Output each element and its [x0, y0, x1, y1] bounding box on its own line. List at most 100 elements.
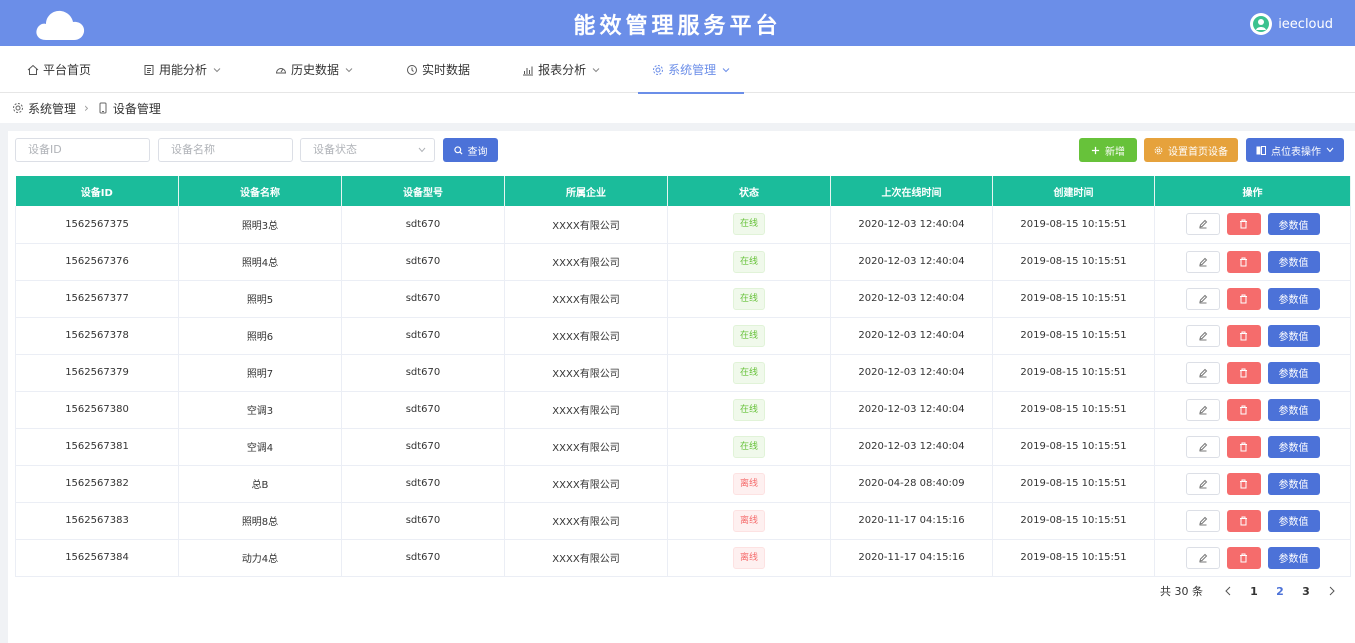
- device-id-input[interactable]: 设备ID: [15, 138, 150, 162]
- status-badge: 离线: [732, 546, 765, 569]
- delete-button[interactable]: [1226, 435, 1261, 458]
- param-value-button[interactable]: 参数值: [1267, 509, 1320, 532]
- breadcrumb: 系统管理 › 设备管理: [0, 93, 1355, 123]
- param-value-button[interactable]: 参数值: [1267, 213, 1320, 236]
- table-row: 1562567381 空调4 sdt670 XXXX有限公司 在线 2020-12-03 …: [15, 428, 1351, 466]
- nav-label: 历史数据: [291, 63, 340, 77]
- edit-button[interactable]: [1185, 324, 1220, 347]
- param-value-button[interactable]: 参数值: [1267, 324, 1320, 347]
- param-value-button[interactable]: 参数值: [1267, 546, 1320, 569]
- prev-page-icon[interactable]: [1215, 586, 1241, 596]
- add-label: 新增: [1105, 146, 1125, 158]
- cell-device-model: sdt670: [341, 354, 505, 392]
- delete-button[interactable]: [1226, 287, 1261, 310]
- page-1[interactable]: 1: [1241, 585, 1267, 598]
- dashboard-icon: [275, 64, 287, 76]
- gear-icon: [652, 64, 664, 76]
- edit-button[interactable]: [1185, 287, 1220, 310]
- edit-icon: [1198, 368, 1207, 377]
- trash-icon: [1240, 368, 1247, 377]
- delete-button[interactable]: [1226, 398, 1261, 421]
- status-badge: 离线: [732, 472, 765, 495]
- edit-icon: [1198, 442, 1207, 451]
- cell-actions: 参数值: [1154, 280, 1351, 318]
- filter-toolbar: 设备ID 设备名称 设备状态 查询 新增 设置首页设备 点位表操作: [15, 138, 1347, 162]
- cell-device-name: 空调4: [178, 428, 342, 466]
- cell-company: XXXX有限公司: [504, 428, 668, 466]
- nav-label: 用能分析: [159, 63, 208, 77]
- nav-item-history-data[interactable]: 历史数据: [275, 46, 353, 93]
- delete-button[interactable]: [1226, 213, 1261, 236]
- add-button[interactable]: 新增: [1079, 138, 1137, 162]
- trash-icon: [1240, 516, 1247, 525]
- cell-last-online: 2020-12-03 12:40:04: [830, 354, 993, 392]
- query-button[interactable]: 查询: [443, 138, 498, 162]
- cell-device-model: sdt670: [341, 280, 505, 318]
- cell-device-id: 1562567379: [15, 354, 179, 392]
- nav-item-energy-analysis[interactable]: 用能分析: [143, 46, 221, 93]
- gear-icon: [12, 102, 24, 114]
- param-value-button[interactable]: 参数值: [1267, 250, 1320, 273]
- cell-actions: 参数值: [1154, 243, 1351, 281]
- cell-last-online: 2020-04-28 08:40:09: [830, 465, 993, 503]
- cell-actions: 参数值: [1154, 465, 1351, 503]
- trash-icon: [1240, 219, 1247, 229]
- cell-actions: 参数值: [1154, 428, 1351, 466]
- page-3[interactable]: 3: [1293, 585, 1319, 598]
- param-value-button[interactable]: 参数值: [1267, 287, 1320, 310]
- nav-item-home[interactable]: 平台首页: [27, 46, 91, 93]
- cell-device-id: 1562567380: [15, 391, 179, 429]
- chevron-down-icon: [1326, 147, 1334, 153]
- set-homepage-device-button[interactable]: 设置首页设备: [1144, 138, 1238, 162]
- nav-item-report-analysis[interactable]: 报表分析: [522, 46, 600, 93]
- param-value-button[interactable]: 参数值: [1267, 398, 1320, 421]
- edit-button[interactable]: [1185, 398, 1220, 421]
- delete-button[interactable]: [1226, 324, 1261, 347]
- cell-created: 2019-08-15 10:15:51: [992, 502, 1155, 540]
- edit-button[interactable]: [1185, 435, 1220, 458]
- edit-button[interactable]: [1185, 546, 1220, 569]
- cell-device-name: 总B: [178, 465, 342, 503]
- cell-created: 2019-08-15 10:15:51: [992, 428, 1155, 466]
- breadcrumb-parent[interactable]: 系统管理: [28, 100, 76, 117]
- cell-created: 2019-08-15 10:15:51: [992, 539, 1155, 577]
- device-name-input[interactable]: 设备名称: [158, 138, 293, 162]
- column-header-device-id: 设备ID: [15, 176, 179, 206]
- edit-button[interactable]: [1185, 250, 1220, 273]
- avatar: [1250, 13, 1273, 35]
- cell-created: 2019-08-15 10:15:51: [992, 354, 1155, 392]
- table-row: 1562567384 动力4总 sdt670 XXXX有限公司 离线 2020-11-17…: [15, 539, 1351, 577]
- table-row: 1562567382 总B sdt670 XXXX有限公司 离线 2020-04-28 0…: [15, 465, 1351, 503]
- delete-button[interactable]: [1226, 472, 1261, 495]
- edit-button[interactable]: [1185, 213, 1220, 236]
- edit-button[interactable]: [1185, 361, 1220, 384]
- next-page-icon[interactable]: [1319, 586, 1345, 596]
- param-value-button[interactable]: 参数值: [1267, 435, 1320, 458]
- param-value-button[interactable]: 参数值: [1267, 361, 1320, 384]
- delete-button[interactable]: [1226, 361, 1261, 384]
- cell-device-model: sdt670: [341, 317, 505, 355]
- main-nav: 平台首页 用能分析 历史数据 实时数据 报表分析 系统管理: [0, 46, 1355, 94]
- delete-button[interactable]: [1226, 250, 1261, 273]
- cell-created: 2019-08-15 10:15:51: [992, 317, 1155, 355]
- nav-item-system-management[interactable]: 系统管理: [638, 46, 745, 94]
- edit-icon: [1198, 331, 1207, 340]
- page-2[interactable]: 2: [1267, 585, 1293, 598]
- status-badge: 离线: [732, 509, 765, 532]
- edit-button[interactable]: [1185, 472, 1220, 495]
- table-row: 1562567375 照明3总 sdt670 XXXX有限公司 在线 2020-12-03…: [15, 206, 1351, 244]
- edit-button[interactable]: [1185, 509, 1220, 532]
- delete-button[interactable]: [1226, 509, 1261, 532]
- cell-device-name: 照明6: [178, 317, 342, 355]
- param-value-button[interactable]: 参数值: [1267, 472, 1320, 495]
- cell-company: XXXX有限公司: [504, 539, 668, 577]
- point-table-dropdown-button[interactable]: 点位表操作: [1246, 138, 1344, 162]
- cell-last-online: 2020-12-03 12:40:04: [830, 428, 993, 466]
- user-menu[interactable]: ieecloud: [1250, 13, 1333, 35]
- nav-item-realtime-data[interactable]: 实时数据: [406, 46, 470, 93]
- device-status-select[interactable]: 设备状态: [300, 138, 435, 162]
- cell-created: 2019-08-15 10:15:51: [992, 280, 1155, 318]
- cell-status: 在线: [667, 280, 831, 318]
- column-header-status: 状态: [667, 176, 831, 206]
- delete-button[interactable]: [1226, 546, 1261, 569]
